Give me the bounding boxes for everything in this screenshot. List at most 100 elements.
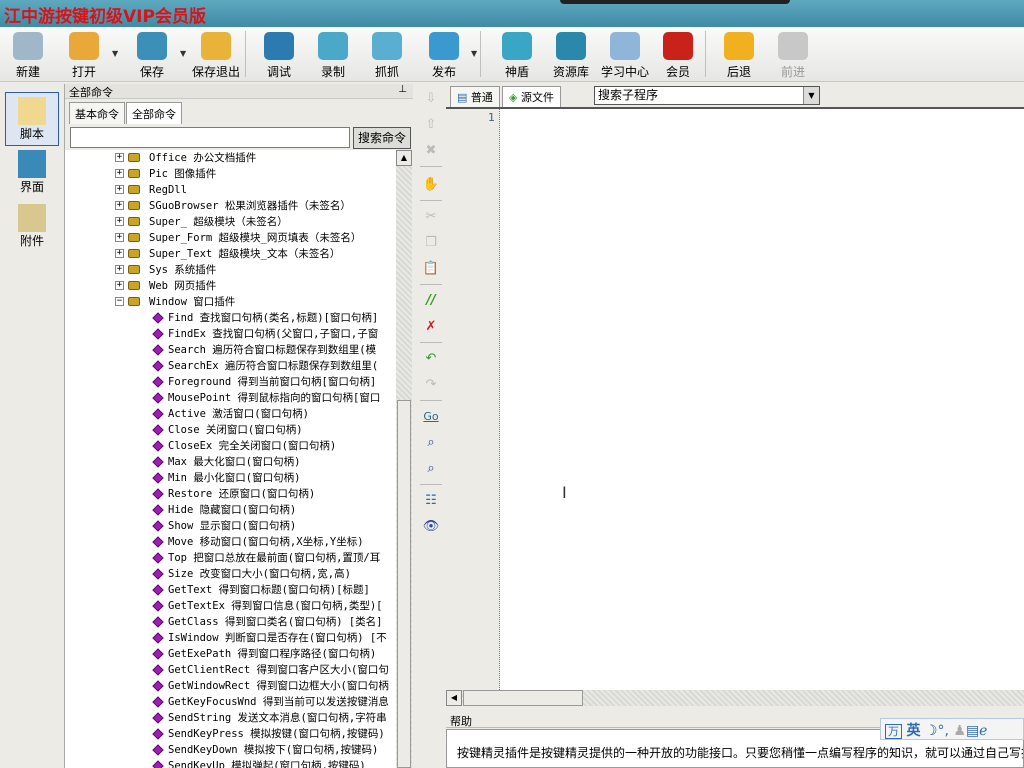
code-editor[interactable]: 1 I	[446, 107, 1024, 692]
paste-icon[interactable]: 📋	[422, 260, 440, 278]
toolbar-button-member[interactable]: 会员	[650, 30, 706, 80]
move-down-icon[interactable]: ⇩	[422, 90, 440, 108]
toolbar-button-debug[interactable]: 调试	[251, 30, 307, 80]
toolbar-button-resource[interactable]: 资源库	[543, 30, 599, 80]
tree-command-node[interactable]: GetKeyFocusWnd 得到当前可以发送按键消息	[65, 694, 396, 710]
search-command-button[interactable]: 搜索命令	[353, 127, 411, 149]
punctuation-icon[interactable]: °,	[937, 723, 948, 739]
tree-command-node[interactable]: GetClass 得到窗口类名(窗口句柄) [类名]	[65, 614, 396, 630]
tree-plugin-node[interactable]: + Super_Form 超级模块_网页填表（未签名）	[65, 230, 396, 246]
tree-command-node[interactable]: CloseEx 完全关闭窗口(窗口句柄)	[65, 438, 396, 454]
tab-source[interactable]: ◈ 源文件	[502, 86, 561, 107]
ime-logo-icon[interactable]: 万	[885, 724, 902, 739]
find-icon[interactable]: ⌕	[422, 434, 440, 452]
replace-icon[interactable]: ⌕	[422, 460, 440, 478]
tree-command-node[interactable]: Find 查找窗口句柄(类名,标题)[窗口句柄]	[65, 310, 396, 326]
copy-icon[interactable]: ❐	[422, 234, 440, 252]
tree-command-node[interactable]: Restore 还原窗口(窗口句柄)	[65, 486, 396, 502]
toolbar-button-save[interactable]: 保存	[124, 30, 180, 80]
tab-all-commands[interactable]: 全部命令	[126, 102, 182, 124]
tree-plugin-node[interactable]: + SGuoBrowser 松果浏览器插件（未签名）	[65, 198, 396, 214]
tree-command-node[interactable]: Move 移动窗口(窗口句柄,X坐标,Y坐标)	[65, 534, 396, 550]
nav-attachment[interactable]: 附件	[5, 200, 59, 254]
redo-icon[interactable]: ↷	[422, 376, 440, 394]
tree-command-node[interactable]: Show 显示窗口(窗口句柄)	[65, 518, 396, 534]
expand-icon[interactable]: +	[115, 153, 124, 162]
tree-command-node[interactable]: Search 遍历符合窗口标题保存到数组里(模	[65, 342, 396, 358]
tree-plugin-node[interactable]: + RegDll	[65, 182, 396, 198]
toolbar-button-publish[interactable]: 发布	[416, 30, 472, 80]
tree-command-node[interactable]: FindEx 查找窗口句柄(父窗口,子窗口,子窗	[65, 326, 396, 342]
toolbar-button-grab[interactable]: 抓抓	[359, 30, 415, 80]
tree-command-node[interactable]: SendKeyUp 模拟弹起(窗口句柄,按键码)	[65, 758, 396, 768]
toolbar-button-forward-arrow[interactable]: 前进	[765, 30, 821, 80]
keyboard-icon[interactable]: ▤	[966, 723, 979, 739]
tree-command-node[interactable]: Foreground 得到当前窗口句柄[窗口句柄]	[65, 374, 396, 390]
tree-command-node[interactable]: SearchEx 遍历符合窗口标题保存到数组里(	[65, 358, 396, 374]
toolbar-button-back-arrow[interactable]: 后退	[711, 30, 767, 80]
toolbar-button-shield[interactable]: 神盾	[489, 30, 545, 80]
ime-toolbar[interactable]: 万 英 ☽°, ♟▤ℯ	[880, 718, 1024, 740]
expand-icon[interactable]: +	[115, 233, 124, 242]
expand-icon[interactable]: +	[115, 217, 124, 226]
move-up-icon[interactable]: ⇧	[422, 116, 440, 134]
tree-plugin-node[interactable]: − Window 窗口插件	[65, 294, 396, 310]
tree-scrollbar[interactable]: ▲	[396, 150, 412, 768]
tree-command-node[interactable]: Size 改变窗口大小(窗口句柄,宽,高)	[65, 566, 396, 582]
cut-icon[interactable]: ✂	[422, 208, 440, 226]
expand-icon[interactable]: +	[115, 265, 124, 274]
expand-icon[interactable]: +	[115, 185, 124, 194]
delete-icon[interactable]: ✖	[422, 142, 440, 160]
tree-plugin-node[interactable]: + Sys 系统插件	[65, 262, 396, 278]
ie-icon[interactable]: ℯ	[979, 723, 987, 739]
tree-command-node[interactable]: Hide 隐藏窗口(窗口句柄)	[65, 502, 396, 518]
goto-icon[interactable]: Go	[422, 408, 440, 426]
toolbar-button-open-folder[interactable]: 打开	[56, 30, 112, 80]
user-icon[interactable]: ♟	[953, 723, 966, 739]
uncomment-icon[interactable]: ✗	[422, 318, 440, 336]
hand-icon[interactable]: ✋	[422, 176, 440, 194]
tree-command-node[interactable]: GetTextEx 得到窗口信息(窗口句柄,类型)[	[65, 598, 396, 614]
open-dropdown-arrow-icon[interactable]: ▼	[112, 49, 118, 58]
save-dropdown-arrow-icon[interactable]: ▼	[180, 49, 186, 58]
expand-icon[interactable]: +	[115, 249, 124, 258]
tree-plugin-node[interactable]: + Pic 图像插件	[65, 166, 396, 182]
pin-icon[interactable]: ⊥	[398, 84, 407, 95]
tree-command-node[interactable]: GetClientRect 得到窗口客户区大小(窗口句	[65, 662, 396, 678]
ime-mode[interactable]: 英	[906, 723, 920, 739]
command-search-input[interactable]	[70, 127, 350, 148]
tree-command-node[interactable]: Top 把窗口总放在最前面(窗口句柄,置顶/耳	[65, 550, 396, 566]
expand-icon[interactable]: +	[115, 201, 124, 210]
scroll-left-button[interactable]: ◀	[446, 690, 462, 706]
tree-command-node[interactable]: Close 关闭窗口(窗口句柄)	[65, 422, 396, 438]
moon-icon[interactable]: ☽	[925, 723, 938, 739]
chevron-down-icon[interactable]: ▼	[803, 87, 819, 104]
scroll-thumb[interactable]	[463, 690, 583, 706]
expand-icon[interactable]: +	[115, 281, 124, 290]
toolbar-button-new-file[interactable]: 新建	[0, 30, 56, 80]
scroll-up-button[interactable]: ▲	[396, 150, 412, 166]
tree-command-node[interactable]: GetExePath 得到窗口程序路径(窗口句柄)	[65, 646, 396, 662]
tree-command-node[interactable]: Min 最小化窗口(窗口句柄)	[65, 470, 396, 486]
toolbar-button-learning-center[interactable]: 学习中心	[597, 30, 653, 80]
tree-command-node[interactable]: Active 激活窗口(窗口句柄)	[65, 406, 396, 422]
publish-dropdown-arrow-icon[interactable]: ▼	[471, 49, 477, 58]
tree-plugin-node[interactable]: + Super_ 超级模块（未签名）	[65, 214, 396, 230]
tree-command-node[interactable]: SendKeyPress 模拟按键(窗口句柄,按键码)	[65, 726, 396, 742]
scroll-thumb[interactable]	[397, 400, 411, 768]
tree-plugin-node[interactable]: + Office 办公文档插件	[65, 150, 396, 166]
tree-command-node[interactable]: GetText 得到窗口标题(窗口句柄)[标题]	[65, 582, 396, 598]
toolbar-button-save-exit[interactable]: 保存退出	[188, 30, 244, 80]
editor-horizontal-scrollbar[interactable]: ◀	[446, 690, 1024, 706]
undo-icon[interactable]: ↶	[422, 350, 440, 368]
expand-icon[interactable]: +	[115, 169, 124, 178]
tree-command-node[interactable]: IsWindow 判断窗口是否存在(窗口句柄) [不	[65, 630, 396, 646]
nav-ui[interactable]: 界面	[5, 146, 59, 200]
tab-normal[interactable]: ▤ 普通	[450, 86, 500, 107]
watch-icon[interactable]: 👁	[422, 518, 440, 536]
collapse-icon[interactable]: −	[115, 297, 124, 306]
tree-command-node[interactable]: Max 最大化窗口(窗口句柄)	[65, 454, 396, 470]
tree-command-node[interactable]: SendString 发送文本消息(窗口句柄,字符串	[65, 710, 396, 726]
comment-icon[interactable]: //	[422, 292, 440, 310]
tab-basic-commands[interactable]: 基本命令	[69, 102, 125, 124]
